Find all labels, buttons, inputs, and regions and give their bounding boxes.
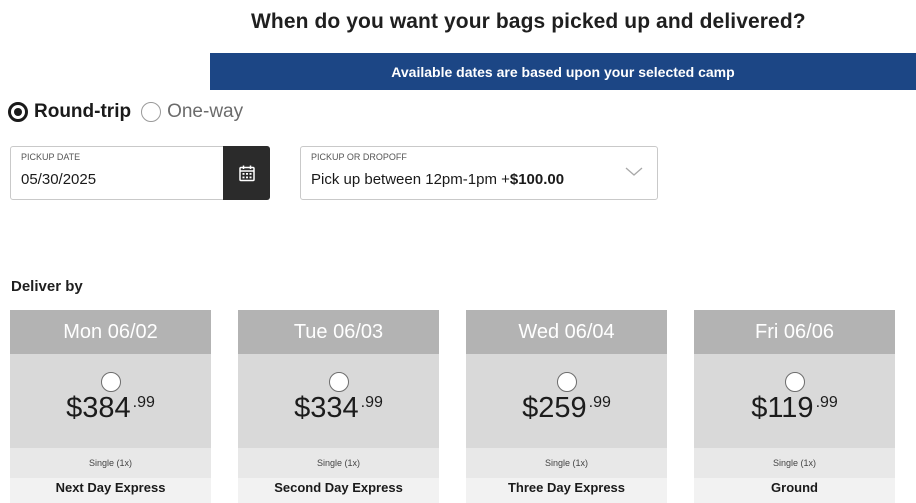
delivery-option-card[interactable]: Fri 06/06 $119.99 Single (1x) Ground [694, 310, 895, 503]
round-trip-option[interactable]: Round-trip [8, 101, 131, 123]
calendar-button[interactable] [223, 146, 270, 200]
calendar-icon [238, 165, 255, 181]
delivery-quantity: Single (1x) [694, 448, 895, 478]
delivery-option-card[interactable]: Mon 06/02 $384.99 Single (1x) Next Day E… [10, 310, 211, 503]
page-title: When do you want your bags picked up and… [251, 10, 806, 33]
delivery-date: Tue 06/03 [238, 310, 439, 354]
price-dollars: $384 [66, 392, 131, 424]
pickup-surcharge: $100.00 [509, 171, 565, 188]
price-dollars: $334 [294, 392, 359, 424]
price-dollars: $259 [522, 392, 587, 424]
chevron-down-icon[interactable] [625, 167, 643, 177]
one-way-option[interactable]: One-way [141, 101, 243, 123]
delivery-date: Wed 06/04 [466, 310, 667, 354]
pickup-window-text: Pick up between 12pm-1pm + [311, 171, 510, 188]
round-trip-label: Round-trip [34, 101, 132, 122]
round-trip-radio[interactable] [8, 102, 28, 122]
pickup-dropoff-select[interactable]: PICKUP OR DROPOFF Pick up between 12pm-1… [300, 146, 658, 200]
price-dollars: $119 [751, 392, 814, 424]
delivery-price-area: $334.99 [238, 354, 439, 448]
delivery-option-radio[interactable] [784, 372, 805, 392]
delivery-option-radio[interactable] [556, 372, 577, 392]
delivery-option-card[interactable]: Wed 06/04 $259.99 Single (1x) Three Day … [466, 310, 667, 503]
price-cents: .99 [132, 394, 155, 411]
one-way-label: One-way [167, 101, 244, 122]
delivery-option-card[interactable]: Tue 06/03 $334.99 Single (1x) Second Day… [238, 310, 439, 503]
delivery-option-radio[interactable] [328, 372, 349, 392]
delivery-option-radio[interactable] [100, 372, 121, 392]
pickup-dropoff-value[interactable]: Pick up between 12pm-1pm +$100.00 [311, 171, 564, 188]
delivery-date: Mon 06/02 [10, 310, 211, 354]
one-way-radio[interactable] [141, 102, 162, 122]
price-cents: .99 [815, 394, 838, 411]
price-cents: .99 [360, 394, 383, 411]
pickup-date-label: PICKUP DATE [21, 152, 81, 162]
delivery-price-area: $384.99 [10, 354, 211, 448]
delivery-quantity: Single (1x) [10, 448, 211, 478]
delivery-date: Fri 06/06 [694, 310, 895, 354]
delivery-service: Next Day Express [10, 478, 211, 503]
trip-type-selector: Round-trip One-way [8, 101, 253, 123]
delivery-price-area: $119.99 [694, 354, 895, 448]
pickup-date-value[interactable]: 05/30/2025 [21, 171, 96, 188]
delivery-service: Second Day Express [238, 478, 439, 503]
price-cents: .99 [588, 394, 611, 411]
pickup-date-field[interactable]: PICKUP DATE 05/30/2025 [10, 146, 270, 200]
camp-notice-banner: Available dates are based upon your sele… [210, 53, 916, 90]
delivery-price: $259.99 [466, 392, 667, 425]
delivery-service: Three Day Express [466, 478, 667, 503]
delivery-price: $334.99 [238, 392, 439, 425]
deliver-by-heading: Deliver by [11, 278, 83, 295]
delivery-quantity: Single (1x) [238, 448, 439, 478]
delivery-service: Ground [694, 478, 895, 503]
pickup-dropoff-label: PICKUP OR DROPOFF [311, 152, 407, 162]
delivery-price: $384.99 [10, 392, 211, 425]
delivery-quantity: Single (1x) [466, 448, 667, 478]
delivery-price: $119.99 [694, 392, 895, 425]
delivery-price-area: $259.99 [466, 354, 667, 448]
